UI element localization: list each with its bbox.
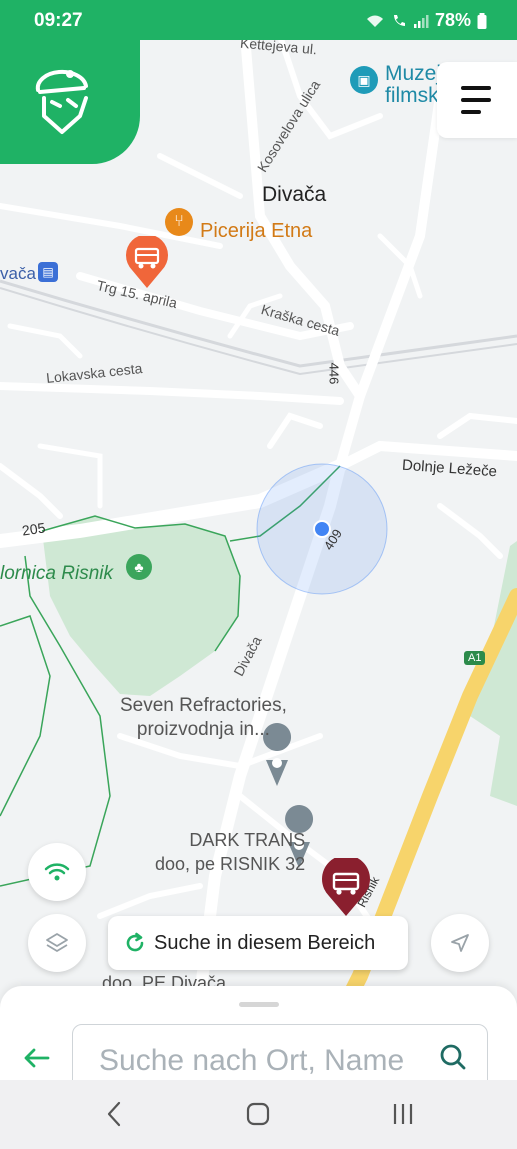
- map-poi-dark-trans[interactable]: DARK TRANS doo, pe RISNIK 32: [155, 828, 305, 876]
- wifi-icon: [366, 15, 383, 27]
- road-number-205: 205: [21, 519, 47, 539]
- search-input[interactable]: [97, 1043, 421, 1079]
- search-this-area-button[interactable]: Suche in diesem Bereich: [108, 916, 408, 970]
- menu-icon: [461, 86, 491, 90]
- menu-icon-line: [461, 110, 481, 114]
- nav-home-icon[interactable]: [245, 1100, 271, 1128]
- map-poi-pizzeria[interactable]: Picerija Etna: [200, 220, 312, 243]
- signal-icon: [413, 14, 429, 28]
- sheet-drag-handle[interactable]: [239, 1002, 279, 1007]
- search-icon[interactable]: [439, 1043, 467, 1071]
- layers-icon: [46, 933, 68, 952]
- nav-back-icon[interactable]: [104, 1100, 124, 1128]
- refractories-line2: proizvodnja in...: [136, 719, 270, 740]
- locate-me-button[interactable]: [431, 914, 489, 972]
- logo-icon: [35, 69, 88, 134]
- layers-button[interactable]: [28, 914, 86, 972]
- menu-button[interactable]: [437, 62, 517, 138]
- battery-icon: [477, 12, 487, 29]
- wifi-icon: [44, 863, 70, 881]
- refractories-line1: Seven Refractories,: [120, 695, 287, 716]
- dark-trans-line1: DARK TRANS: [189, 830, 306, 850]
- call-icon: [393, 14, 405, 26]
- menu-icon-line: [461, 98, 491, 102]
- back-arrow-icon: [24, 1048, 50, 1068]
- museum-icon[interactable]: ▣: [350, 66, 378, 94]
- map-poi-park[interactable]: lornica Risnik: [0, 563, 113, 585]
- bottom-sheet: [0, 986, 517, 1104]
- map-poi-museum[interactable]: Muzej filmsk: [385, 63, 441, 107]
- status-bar: 09:27 78%: [0, 0, 517, 40]
- search-this-area-label: Suche in diesem Bereich: [154, 931, 376, 954]
- map-poi-refractories[interactable]: Seven Refractories, proizvodnja in...: [120, 694, 287, 742]
- train-station-icon[interactable]: ▤: [38, 262, 58, 282]
- museum-line1: Muzej: [385, 62, 442, 85]
- status-time: 09:27: [34, 10, 83, 31]
- road-number-446: 446: [326, 362, 342, 385]
- navigation-arrow-icon: [451, 934, 469, 952]
- status-icons: 78%: [365, 10, 487, 31]
- map-city-label: Divača: [262, 183, 327, 206]
- highway-badge: A1: [464, 651, 486, 665]
- refresh-icon: [126, 932, 144, 952]
- map-poi-station[interactable]: vača: [0, 264, 36, 284]
- back-button[interactable]: [22, 1046, 52, 1075]
- wifi-filter-button[interactable]: [28, 843, 86, 901]
- nav-recents-icon[interactable]: [390, 1100, 416, 1128]
- system-nav-bar: [0, 1080, 517, 1149]
- camper-marker-orange[interactable]: [124, 234, 170, 290]
- museum-line2: filmsk: [385, 84, 439, 107]
- camper-icon: [126, 234, 168, 288]
- camper-marker-maroon[interactable]: [320, 855, 372, 918]
- pizzeria-icon[interactable]: ⑂: [165, 208, 193, 236]
- app-logo[interactable]: [0, 36, 140, 164]
- dark-trans-line2: doo, pe RISNIK 32: [155, 854, 306, 874]
- park-tree-icon[interactable]: ♣: [126, 554, 152, 580]
- battery-percent: 78%: [434, 10, 471, 30]
- camper-icon: [322, 855, 370, 916]
